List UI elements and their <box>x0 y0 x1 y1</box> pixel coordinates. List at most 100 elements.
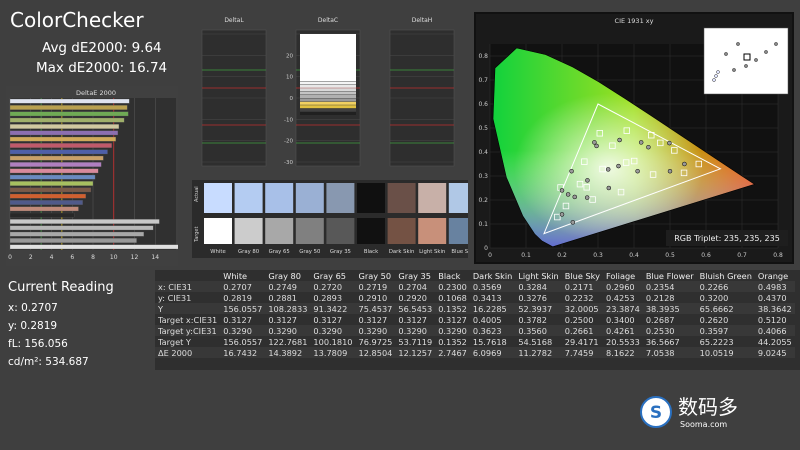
measurement-table: White Gray 80 Gray 65 Gray 50 Gray 35 Black Da… <box>155 270 795 358</box>
deltae-bar <box>9 244 184 250</box>
deltae-bar <box>9 98 130 104</box>
deltae-tick-label: 6 <box>70 254 74 261</box>
cie-x-tick: 0.2 <box>557 252 567 259</box>
deltae-tick-label: 12 <box>131 254 139 261</box>
inset-point <box>712 78 716 82</box>
row-label: ΔE 2000 <box>155 347 221 358</box>
current-fl: fL: 156.056 <box>8 338 68 350</box>
inset-point <box>744 64 748 68</box>
swatch-label: Blue Sky <box>451 249 468 255</box>
table-cell: 108.2833 <box>265 303 311 314</box>
deltae-bar <box>9 187 92 193</box>
table-cell: 0.1352 <box>435 303 470 314</box>
cie-measured-point <box>667 140 672 146</box>
table-cell: 0.3569 <box>469 281 516 292</box>
table-cell: 52.3937 <box>515 303 562 314</box>
table-cell: 91.3422 <box>310 303 356 314</box>
cie-y-tick: 0.5 <box>478 125 488 132</box>
table-row: x: CIE31 0.2707 0.2749 0.2720 0.2719 0.2704 0.… <box>155 281 795 292</box>
table-cell: 0.2232 <box>564 292 594 303</box>
actual-swatch <box>204 183 232 213</box>
deltac-bar <box>300 112 356 115</box>
deltae-bar <box>9 143 112 148</box>
cie-measured-point <box>585 178 590 183</box>
watermark-cn: 数码多 <box>678 395 738 419</box>
table-cell: 122.7681 <box>268 336 308 347</box>
deltae-bar <box>9 117 125 123</box>
swatch-label: Gray 35 <box>330 249 351 255</box>
table-cell: 32.0005 <box>561 303 603 314</box>
deltae-bar <box>9 231 144 237</box>
table-cell: 10.0519 <box>696 347 755 358</box>
swatch-comparison: Actual Target White Gray 80 Gray 65 Gray 50… <box>192 180 477 258</box>
swatch-label: Light Skin <box>419 249 445 255</box>
deltae-bar <box>9 193 86 199</box>
table-header: Black <box>438 270 461 281</box>
swatch-label: Dark Skin <box>389 249 415 255</box>
table-cell: 76.9725 <box>358 336 393 347</box>
deltae-bar <box>9 149 108 155</box>
table-cell: 0.2819 <box>223 292 252 303</box>
table-cell: 0.3127 <box>313 314 343 325</box>
cie-y-tick: 0.2 <box>478 197 488 204</box>
target-side-label: Target <box>194 226 200 243</box>
deltae-bar <box>9 181 94 186</box>
deltac-bar <box>300 101 356 105</box>
delta-tick-label: 20 <box>286 53 293 59</box>
deltac-bar <box>300 34 356 78</box>
cie-measured-point <box>570 220 576 225</box>
table-cell: 0.2300 <box>435 281 470 292</box>
table-header <box>155 270 220 281</box>
table-cell: 0.2354 <box>642 281 697 292</box>
table-cell: 0.3597 <box>696 325 755 336</box>
cie-measured-point <box>565 192 571 197</box>
deltae-bar <box>9 105 128 110</box>
table-cell: 0.3127 <box>358 314 388 325</box>
target-swatch <box>204 218 232 244</box>
table-cell: 0.2720 <box>310 281 356 292</box>
table-cell: 0.2749 <box>265 281 311 292</box>
table-cell: 75.4537 <box>355 303 396 314</box>
deltac-bar <box>300 78 356 81</box>
target-swatch <box>326 218 355 244</box>
actual-swatch <box>448 183 477 213</box>
deltae-bar <box>9 155 104 161</box>
table-cell: 156.0557 <box>223 336 263 347</box>
delta-panel-title: DeltaL <box>224 17 244 24</box>
delta-lch-charts: DeltaL DeltaC 20 10 0 -10 -20 -30 DeltaH <box>201 17 455 167</box>
table-header: Blue Sky <box>564 270 600 281</box>
table-row: Y 156.0557 108.2833 91.3422 75.4537 56.5453 0.… <box>155 303 795 314</box>
swatch-label: Black <box>364 249 379 255</box>
delta-panel-title: DeltaC <box>318 17 338 24</box>
deltae-chart-panel: DeltaE 2000 0 2 4 6 8 10 12 14 <box>6 86 184 266</box>
table-cell: 12.8504 <box>355 347 396 358</box>
deltac-bar <box>300 81 356 85</box>
table-cell: 0.2704 <box>395 281 436 292</box>
deltae-bar <box>9 200 83 205</box>
cie-measured-point <box>559 212 565 217</box>
table-header: Gray 35 <box>398 270 431 281</box>
inset-point <box>724 52 728 56</box>
cie-x-tick: 0.5 <box>665 252 675 259</box>
watermark-site: Sooma.com <box>680 420 727 429</box>
app-title: ColorChecker <box>10 8 144 32</box>
cie-measured-point <box>606 185 612 191</box>
cie-measured-point <box>616 163 621 169</box>
actual-swatch <box>234 183 263 213</box>
deltae-bar <box>9 212 75 218</box>
cie-x-tick: 0.6 <box>701 252 711 259</box>
max-de2000: Max dE2000: 16.74 <box>36 60 168 76</box>
table-cell: 6.0969 <box>469 347 516 358</box>
actual-swatch <box>387 183 416 213</box>
deltae-bar <box>9 136 116 142</box>
table-cell: 0.2530 <box>642 325 697 336</box>
table-cell: 0.4253 <box>605 292 635 303</box>
table-cell: 0.4983 <box>754 281 795 292</box>
table-cell: 0.4066 <box>754 325 795 336</box>
measurement-table-panel: White Gray 80 Gray 65 Gray 50 Gray 35 Black Da… <box>155 270 800 370</box>
deltae-tick-label: 4 <box>50 254 54 261</box>
deltac-bar <box>300 84 356 88</box>
table-row: Target y:CIE31 0.3290 0.3290 0.3290 0.3290 0.… <box>155 325 795 336</box>
cie-measured-point <box>617 137 622 143</box>
table-cell: 15.7618 <box>472 336 507 347</box>
